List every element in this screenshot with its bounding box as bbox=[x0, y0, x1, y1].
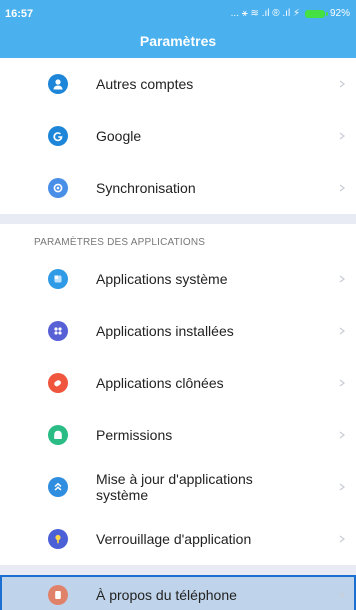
app-bar: Paramètres bbox=[0, 27, 356, 58]
chevron-right-icon bbox=[339, 132, 345, 140]
row-google[interactable]: Google bbox=[0, 110, 356, 162]
phone-info-icon bbox=[48, 585, 68, 605]
row-label: À propos du téléphone bbox=[96, 587, 237, 603]
section-divider bbox=[0, 214, 356, 224]
section-header: PARAMÈTRES DES APPLICATIONS bbox=[0, 224, 356, 253]
battery-percent: 92% bbox=[329, 8, 350, 19]
chevron-right-icon bbox=[339, 184, 345, 192]
status-icons-text: ... ⚹ ≋ .ıl ® .ıl ⚡ bbox=[230, 8, 300, 19]
row-label: Synchronisation bbox=[96, 180, 196, 196]
chevron-right-icon bbox=[339, 379, 345, 387]
battery-icon bbox=[304, 9, 328, 18]
chevron-right-icon bbox=[339, 80, 345, 88]
row-label: Autres comptes bbox=[96, 76, 194, 92]
row-applications-clonees[interactable]: Applications clônées bbox=[0, 357, 356, 409]
update-icon bbox=[48, 477, 68, 497]
system-apps-icon bbox=[48, 269, 68, 289]
cloned-apps-icon bbox=[48, 373, 68, 393]
chevron-right-icon bbox=[339, 535, 345, 543]
row-synchronisation[interactable]: Synchronisation bbox=[0, 162, 356, 214]
page-title: Paramètres bbox=[139, 33, 217, 49]
row-autres-comptes[interactable]: Autres comptes bbox=[0, 58, 356, 110]
row-label: Google bbox=[96, 128, 142, 144]
status-icons: ... ⚹ ≋ .ıl ® .ıl ⚡ 92% bbox=[231, 8, 350, 19]
row-verrouillage[interactable]: Verrouillage d'application bbox=[0, 513, 356, 565]
installed-apps-icon bbox=[48, 321, 68, 341]
chevron-right-icon bbox=[339, 483, 345, 491]
chevron-right-icon bbox=[339, 275, 345, 283]
row-label: Applications système bbox=[96, 271, 228, 287]
sync-icon bbox=[48, 178, 68, 198]
permissions-icon bbox=[48, 425, 68, 445]
row-applications-systeme[interactable]: Applications système bbox=[0, 253, 356, 305]
row-label: Verrouillage d'application bbox=[96, 531, 252, 547]
chevron-right-icon bbox=[339, 327, 345, 335]
user-icon bbox=[48, 74, 68, 94]
row-permissions[interactable]: Permissions bbox=[0, 409, 356, 461]
status-bar: 16:57 ... ⚹ ≋ .ıl ® .ıl ⚡ 92% bbox=[0, 0, 356, 27]
row-mise-a-jour[interactable]: Mise à jour d'applications système bbox=[0, 461, 356, 513]
google-icon bbox=[48, 126, 68, 146]
row-label: Applications installées bbox=[96, 323, 234, 339]
lock-icon bbox=[48, 529, 68, 549]
row-a-propos-du-telephone[interactable]: À propos du téléphone bbox=[0, 575, 356, 610]
row-label: Permissions bbox=[96, 427, 173, 443]
chevron-right-icon bbox=[339, 431, 345, 439]
section-divider bbox=[0, 565, 356, 575]
row-applications-installees[interactable]: Applications installées bbox=[0, 305, 356, 357]
chevron-right-icon bbox=[339, 591, 345, 599]
row-label: Mise à jour d'applications système bbox=[96, 471, 253, 503]
status-time: 16:57 bbox=[5, 7, 34, 20]
row-label: Applications clônées bbox=[96, 375, 224, 391]
